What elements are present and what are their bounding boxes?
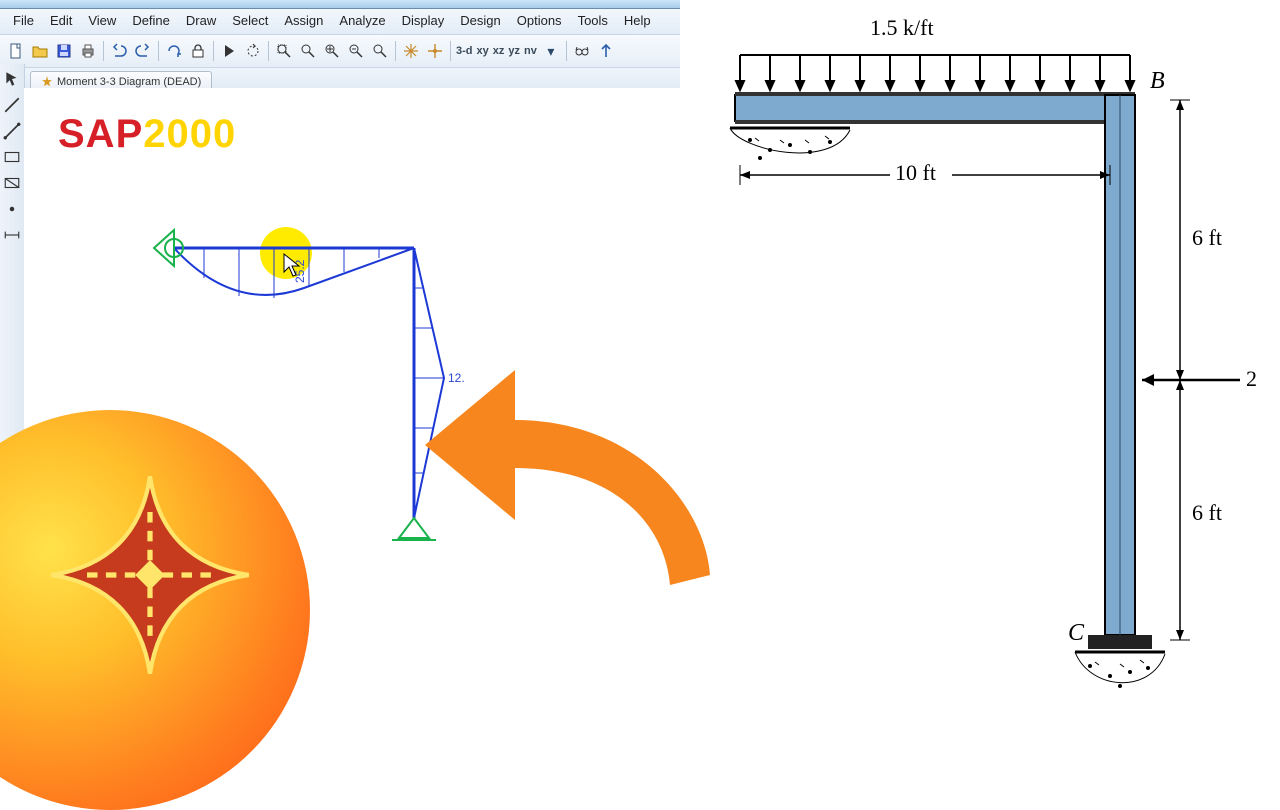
zoom-out-icon[interactable] — [370, 41, 390, 61]
menu-select[interactable]: Select — [225, 11, 275, 30]
lock-icon[interactable] — [188, 41, 208, 61]
load-label: 1.5 k/ft — [870, 15, 934, 40]
brand-word2: 2000 — [143, 112, 236, 156]
view-xz-button[interactable]: xz — [493, 45, 505, 57]
pan-alt-icon[interactable] — [425, 41, 445, 61]
open-file-icon[interactable] — [30, 41, 50, 61]
brand-word1: SAP — [58, 112, 143, 156]
menu-draw[interactable]: Draw — [179, 11, 223, 30]
zoom-in-icon[interactable] — [346, 41, 366, 61]
point-tool-icon[interactable] — [3, 200, 21, 218]
glasses-icon[interactable] — [572, 41, 592, 61]
sap2000-window: File Edit View Define Draw Select Assign… — [0, 0, 680, 720]
menu-analyze[interactable]: Analyze — [332, 11, 392, 30]
line-tool-icon[interactable] — [3, 96, 21, 114]
menu-bar: File Edit View Define Draw Select Assign… — [0, 9, 680, 34]
height-top-label: 6 ft — [1192, 225, 1222, 250]
pointer-icon[interactable] — [3, 70, 21, 88]
menu-help[interactable]: Help — [617, 11, 658, 30]
node-c-label: C — [1068, 620, 1085, 646]
menu-view[interactable]: View — [81, 11, 123, 30]
arrow-up-icon[interactable] — [596, 41, 616, 61]
line-tool2-icon[interactable] — [3, 122, 21, 140]
tab-label: Moment 3-3 Diagram (DEAD) — [57, 76, 201, 88]
menu-file[interactable]: File — [6, 11, 41, 30]
rect-tool2-icon[interactable] — [3, 174, 21, 192]
pan-icon[interactable] — [401, 41, 421, 61]
save-icon[interactable] — [54, 41, 74, 61]
zoom-prev-icon[interactable] — [322, 41, 342, 61]
logo-star-icon — [45, 470, 255, 680]
menu-define[interactable]: Define — [125, 11, 177, 30]
view-3d-button[interactable]: 3-d — [456, 45, 473, 57]
span-label: 10 ft — [895, 160, 936, 185]
undo-icon[interactable] — [109, 41, 129, 61]
problem-figure: 1.5 k/ft 10 ft — [680, 0, 1280, 720]
main-toolbar: 3-d xy xz yz nv ▾ — [0, 34, 680, 68]
side-load-label: 2 — [1246, 366, 1257, 391]
zoom-window-icon[interactable] — [274, 41, 294, 61]
menu-edit[interactable]: Edit — [43, 11, 79, 30]
menu-options[interactable]: Options — [510, 11, 569, 30]
redo-icon[interactable] — [133, 41, 153, 61]
refresh-icon[interactable] — [164, 41, 184, 61]
height-bot-label: 6 ft — [1192, 500, 1222, 525]
chevron-down-icon[interactable]: ▾ — [541, 41, 561, 61]
new-file-icon[interactable] — [6, 41, 26, 61]
zoom-extents-icon[interactable] — [298, 41, 318, 61]
window-title-bar — [0, 0, 680, 9]
node-b-label: B — [1150, 68, 1165, 94]
moment-value-column: 12. — [448, 371, 465, 385]
menu-design[interactable]: Design — [453, 11, 507, 30]
tab-star-icon — [41, 76, 53, 88]
menu-assign[interactable]: Assign — [277, 11, 330, 30]
dimension-tool-icon[interactable] — [3, 226, 21, 244]
run-icon[interactable] — [219, 41, 239, 61]
view-nv-button[interactable]: nv — [524, 45, 537, 57]
view-yz-button[interactable]: yz — [508, 45, 520, 57]
brand-overlay: SAP2000 — [58, 112, 236, 157]
menu-tools[interactable]: Tools — [571, 11, 615, 30]
rotate-icon[interactable] — [243, 41, 263, 61]
view-xy-button[interactable]: xy — [477, 45, 489, 57]
menu-display[interactable]: Display — [395, 11, 452, 30]
print-icon[interactable] — [78, 41, 98, 61]
rect-tool-icon[interactable] — [3, 148, 21, 166]
